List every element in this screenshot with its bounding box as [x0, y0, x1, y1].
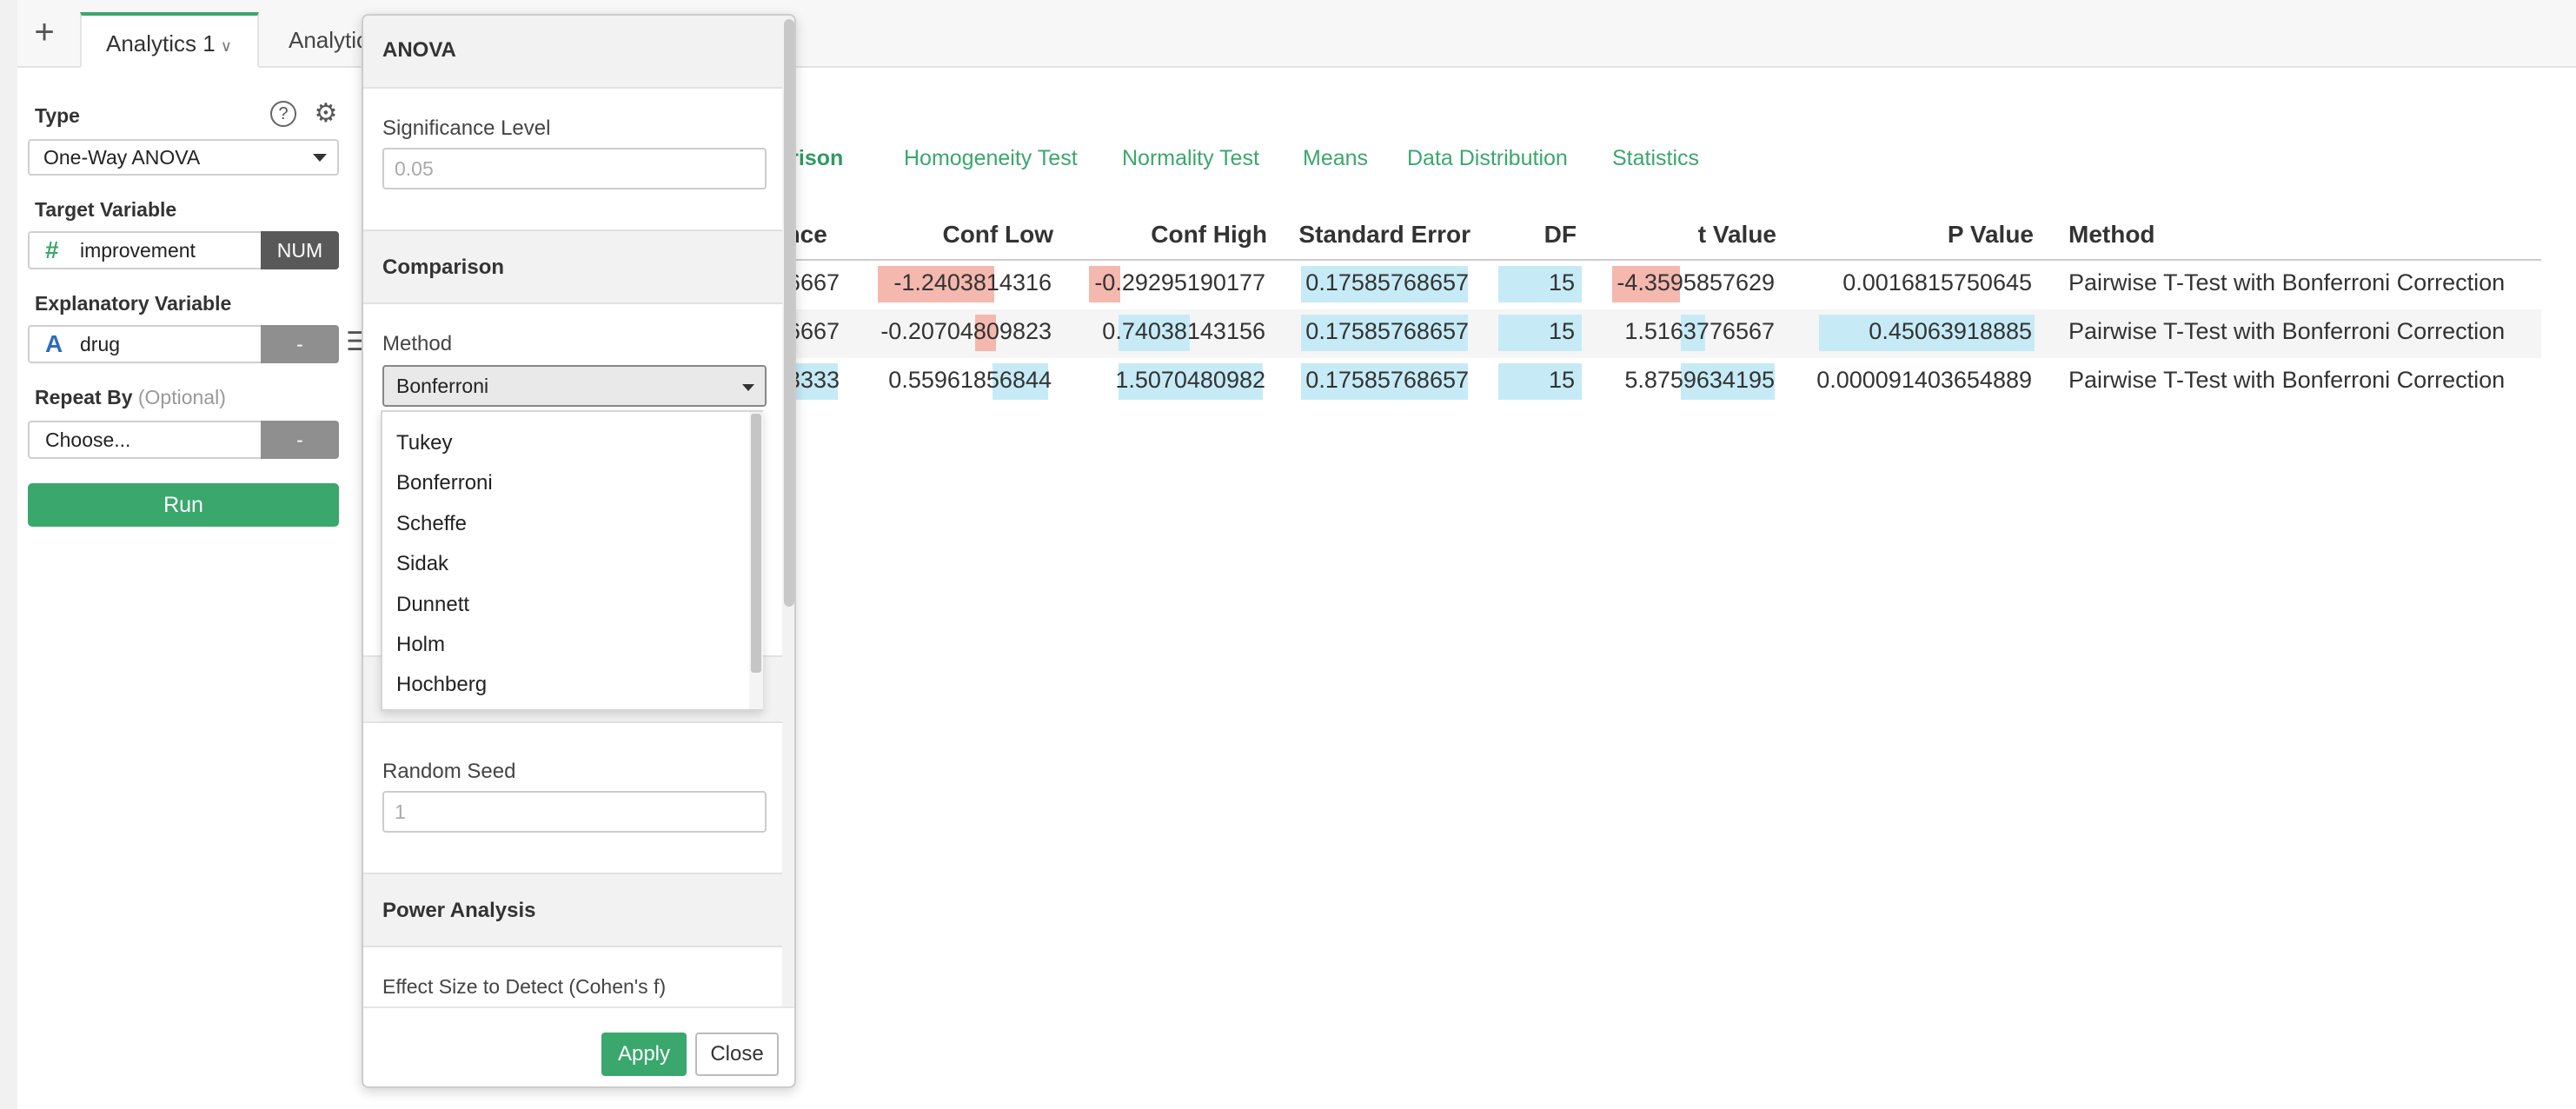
random-seed-label: Random Seed	[382, 760, 516, 783]
column-header-method[interactable]: Method	[2068, 221, 2155, 249]
target-type-tag[interactable]: NUM	[261, 231, 339, 269]
power-analysis-section-header: Power Analysis	[363, 873, 782, 947]
table-cell: 1.5070480982	[1115, 367, 1265, 393]
repeat-by-label: Repeat By (Optional)	[35, 386, 226, 409]
significance-level-input[interactable]: 0.05	[382, 148, 767, 189]
dropdown-option-scheffe[interactable]: Scheffe	[396, 512, 467, 536]
table-cell: -1.2403814316	[893, 269, 1052, 296]
method-label: Method	[382, 332, 453, 355]
table-cell: Pairwise T-Test with Bonferroni Correcti…	[2068, 367, 2506, 393]
tab-normality-test[interactable]: Normality Test	[1122, 146, 1259, 171]
column-header-p-value[interactable]: P Value	[1948, 221, 2034, 249]
type-label: Type	[35, 104, 80, 127]
optional-text: (Optional)	[137, 386, 226, 408]
table-cell: 0.000091403654889	[1816, 367, 2032, 393]
explanatory-variable-field[interactable]: A drug	[28, 325, 261, 363]
tab-means[interactable]: Means	[1303, 146, 1368, 171]
numeric-hash-icon: #	[45, 236, 59, 263]
tab-analytics-1[interactable]: Analytics 1 ∨	[80, 12, 259, 68]
dropdown-option-dunnett[interactable]: Dunnett	[396, 593, 469, 617]
table-cell: 0.45063918885	[1869, 318, 2032, 344]
column-header-conf-low[interactable]: Conf Low	[942, 221, 1053, 249]
panel-scrollbar[interactable]	[782, 16, 794, 1006]
help-icon[interactable]: ?	[270, 101, 296, 127]
column-header-standard-error[interactable]: Standard Error	[1298, 221, 1471, 249]
table-cell: 15	[1548, 269, 1575, 296]
table-cell: 0.17585768657	[1305, 367, 1469, 393]
caret-down-icon	[742, 384, 754, 391]
close-button[interactable]: Close	[695, 1033, 779, 1076]
dropdown-option-sidak[interactable]: Sidak	[396, 552, 448, 576]
table-cell: 1.5163776567	[1624, 318, 1775, 344]
explanatory-type-tag[interactable]: -	[261, 325, 339, 363]
type-select[interactable]: One-Way ANOVA	[28, 139, 339, 176]
scrollbar-thumb[interactable]	[784, 19, 794, 607]
explanatory-variable-label: Explanatory Variable	[35, 292, 232, 315]
dropdown-option-bonferroni[interactable]: Bonferroni	[396, 471, 493, 495]
table-cell: 15	[1548, 367, 1575, 393]
significance-level-label: Significance Level	[382, 116, 551, 140]
repeat-by-text: Repeat By	[35, 386, 133, 408]
explanatory-variable-value: drug	[80, 333, 121, 355]
caret-down-icon	[313, 154, 327, 162]
table-cell: 5.8759634195	[1624, 367, 1775, 393]
table-cell: 0.0016815750645	[1842, 269, 2032, 296]
table-cell: 0.74038143156	[1102, 318, 1265, 344]
add-tab-button[interactable]: +	[28, 15, 61, 50]
table-cell: 0.17585768657	[1305, 318, 1469, 344]
dropdown-option-hochberg[interactable]: Hochberg	[396, 673, 487, 697]
method-select-value: Bonferroni	[396, 375, 489, 397]
table-cell: Pairwise T-Test with Bonferroni Correcti…	[2068, 269, 2506, 296]
tab-homogeneity-test[interactable]: Homogeneity Test	[904, 146, 1078, 171]
left-gutter	[0, 0, 17, 1109]
column-header-conf-high[interactable]: Conf High	[1151, 221, 1267, 249]
repeat-type-tag[interactable]: -	[261, 421, 339, 459]
chevron-down-icon[interactable]: ∨	[221, 37, 232, 55]
text-type-icon: A	[45, 330, 63, 357]
anova-section-header: ANOVA	[363, 16, 782, 89]
gear-icon[interactable]: ⚙	[313, 101, 339, 127]
table-cell: -0.29295190177	[1094, 269, 1265, 296]
target-variable-value: improvement	[80, 239, 196, 262]
target-variable-field[interactable]: # improvement	[28, 231, 261, 269]
target-variable-label: Target Variable	[35, 198, 177, 221]
table-cell: 15	[1548, 318, 1575, 344]
scrollbar-thumb[interactable]	[751, 414, 761, 673]
column-header-df[interactable]: DF	[1544, 221, 1577, 249]
apply-button[interactable]: Apply	[601, 1033, 687, 1076]
method-select[interactable]: Bonferroni	[382, 365, 767, 407]
effect-size-label: Effect Size to Detect (Cohen's f)	[382, 975, 667, 998]
dropdown-scrollbar[interactable]	[749, 412, 763, 709]
comparison-section-header: Comparison	[363, 229, 782, 304]
table-cell: -0.20704809823	[880, 318, 1052, 344]
tab-data-distribution[interactable]: Data Distribution	[1407, 146, 1568, 171]
type-select-value: One-Way ANOVA	[43, 146, 201, 169]
table-cell: Pairwise T-Test with Bonferroni Correcti…	[2068, 318, 2506, 344]
method-dropdown-list: Tukey Bonferroni Scheffe Sidak Dunnett H…	[381, 410, 763, 711]
table-cell: 0.55961856844	[888, 367, 1052, 393]
dropdown-option-tukey[interactable]: Tukey	[396, 431, 452, 455]
table-cell: -4.3595857629	[1617, 269, 1775, 296]
tab-label: Analytics 1	[106, 30, 216, 56]
repeat-by-value: Choose...	[45, 428, 131, 451]
table-cell: 0.17585768657	[1305, 269, 1469, 296]
run-button[interactable]: Run	[28, 483, 339, 527]
repeat-by-field[interactable]: Choose...	[28, 421, 261, 459]
tab-statistics[interactable]: Statistics	[1612, 146, 1699, 171]
dropdown-option-holm[interactable]: Holm	[396, 633, 445, 657]
column-header-t-value[interactable]: t Value	[1698, 221, 1776, 249]
random-seed-input[interactable]: 1	[382, 791, 767, 833]
footer-divider	[363, 1006, 794, 1008]
tab-label: Analytic	[289, 27, 368, 53]
